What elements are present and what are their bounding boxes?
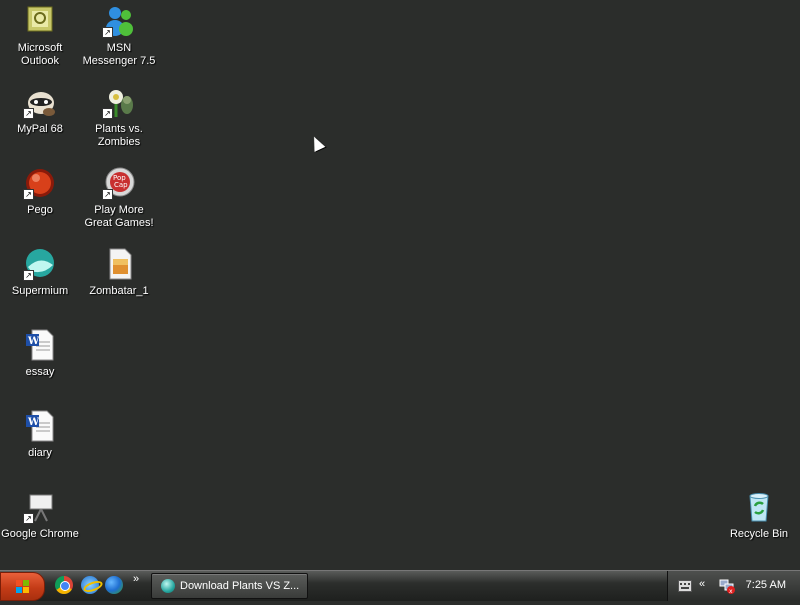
taskbar-button-label: Download Plants VS Z... <box>180 580 300 592</box>
outlook-icon <box>23 4 57 38</box>
mypal-icon: ↗ <box>23 85 57 119</box>
icon-label: Google Chrome <box>1 528 79 540</box>
icon-label: Supermium <box>11 285 69 297</box>
desktop-icon-recycle-bin[interactable]: Recycle Bin <box>719 488 799 541</box>
plants-vs-zombies-icon: ↗ <box>102 85 136 119</box>
svg-text:x: x <box>729 588 733 594</box>
icon-label: MSN Messenger 7.5 <box>82 42 156 67</box>
icon-label: Plants vs. Zombies <box>95 123 143 148</box>
mouse-cursor-icon <box>308 134 326 152</box>
tray-expand-button[interactable]: « <box>699 578 705 590</box>
quick-launch-more-button[interactable]: » <box>133 573 139 585</box>
desktop: Microsoft Outlook ↗ MSN Messenger 7.5 ↗ … <box>0 0 800 570</box>
msn-icon[interactable] <box>105 576 123 594</box>
word-document-icon: W <box>23 328 57 362</box>
icon-label: Recycle Bin <box>729 528 789 540</box>
desktop-icon-msn-messenger[interactable]: ↗ MSN Messenger 7.5 <box>79 2 159 68</box>
icon-label: Play More Great Games! <box>84 204 154 229</box>
desktop-icon-google-chrome[interactable]: ↗ Google Chrome <box>0 488 80 541</box>
desktop-icon-outlook[interactable]: Microsoft Outlook <box>0 2 80 68</box>
chrome-shortcut-icon: ↗ <box>23 490 57 524</box>
desktop-icon-diary[interactable]: W diary <box>0 407 80 460</box>
shortcut-arrow-icon: ↗ <box>23 270 34 281</box>
taskbar-button-download-plants[interactable]: Download Plants VS Z... <box>151 573 308 599</box>
icon-label: essay <box>25 366 55 378</box>
supermium-icon: ↗ <box>23 247 57 281</box>
pego-icon: ↗ <box>23 166 57 200</box>
svg-text:Cap: Cap <box>114 181 128 189</box>
shortcut-arrow-icon: ↗ <box>102 189 113 200</box>
icon-label: diary <box>28 447 52 459</box>
image-file-icon <box>102 247 136 281</box>
popcap-icon: Pop Cap ↗ <box>102 166 136 200</box>
svg-text:W: W <box>27 336 40 347</box>
icon-label: Microsoft Outlook <box>17 42 63 67</box>
desktop-icon-plants-vs-zombies[interactable]: ↗ Plants vs. Zombies <box>79 83 159 149</box>
network-warning-icon[interactable]: x <box>719 578 735 594</box>
keyboard-icon[interactable] <box>678 580 692 592</box>
shortcut-arrow-icon: ↗ <box>102 108 113 119</box>
msn-messenger-icon: ↗ <box>102 4 136 38</box>
desktop-icon-popcap-games[interactable]: Pop Cap ↗ Play More Great Games! <box>79 164 159 230</box>
desktop-icon-mypal[interactable]: ↗ MyPal 68 <box>0 83 80 136</box>
clock[interactable]: 7:25 AM <box>746 579 786 591</box>
word-document-icon: W <box>23 409 57 443</box>
supermium-icon <box>161 579 175 593</box>
taskbar: » Download Plants VS Z... « x 7:25 AM <box>0 570 800 601</box>
start-button[interactable] <box>0 572 45 601</box>
desktop-icon-essay[interactable]: W essay <box>0 326 80 379</box>
shortcut-arrow-icon: ↗ <box>23 513 34 524</box>
icon-label: Zombatar_1 <box>89 285 149 297</box>
shortcut-arrow-icon: ↗ <box>23 189 34 200</box>
chrome-icon[interactable] <box>55 576 73 594</box>
desktop-icon-supermium[interactable]: ↗ Supermium <box>0 245 80 298</box>
icon-label: Pego <box>27 204 53 216</box>
svg-text:W: W <box>27 417 40 428</box>
desktop-icon-zombatar[interactable]: Zombatar_1 <box>79 245 159 298</box>
recycle-bin-icon <box>742 490 776 524</box>
desktop-icon-pego[interactable]: ↗ Pego <box>0 164 80 217</box>
system-tray: « x 7:25 AM <box>667 571 800 601</box>
windows-logo-icon <box>16 580 29 593</box>
shortcut-arrow-icon: ↗ <box>102 27 113 38</box>
icon-label: MyPal 68 <box>17 123 63 135</box>
shortcut-arrow-icon: ↗ <box>23 108 34 119</box>
internet-explorer-icon[interactable] <box>81 576 104 595</box>
